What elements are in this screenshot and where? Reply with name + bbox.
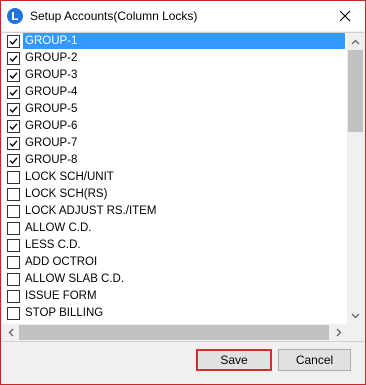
list-item[interactable]: GROUP-7 <box>2 135 345 152</box>
scroll-right-button[interactable] <box>330 324 347 341</box>
list-item[interactable]: ALLOW C.D. <box>2 220 345 237</box>
list-item-label: ALLOW C.D. <box>25 222 92 234</box>
list-item-checkbox[interactable] <box>7 239 20 252</box>
list-item-label: LOCK SCH(RS) <box>25 188 108 200</box>
list-item-checkbox[interactable] <box>7 52 20 65</box>
list-item[interactable]: LESS C.D. <box>2 237 345 254</box>
list-item-label: GROUP-1 <box>23 33 345 49</box>
list-item-checkbox[interactable] <box>7 188 20 201</box>
list-item[interactable]: GROUP-4 <box>2 84 345 101</box>
checkmark-icon <box>9 106 18 114</box>
list-item-label: GROUP-7 <box>25 137 78 149</box>
save-button[interactable]: Save <box>196 349 272 371</box>
title-bar: Setup Accounts(Column Locks) <box>1 1 365 31</box>
list-item[interactable]: STOP BILLING <box>2 305 345 322</box>
scroll-up-button[interactable] <box>347 33 364 50</box>
close-icon[interactable] <box>339 10 351 22</box>
window-title: Setup Accounts(Column Locks) <box>30 9 198 23</box>
horizontal-scrollbar[interactable] <box>2 324 364 341</box>
checkmark-icon <box>9 157 18 165</box>
list-item-label: GROUP-8 <box>25 154 78 166</box>
list-item-label: ISSUE FORM <box>25 290 97 302</box>
vertical-scroll-thumb[interactable] <box>348 50 363 132</box>
list-item[interactable]: ISSUE FORM <box>2 288 345 305</box>
list-item-checkbox[interactable] <box>7 222 20 235</box>
close-button[interactable] <box>325 1 365 31</box>
list-item-checkbox[interactable] <box>7 86 20 99</box>
list-item-checkbox[interactable] <box>7 103 20 116</box>
checkmark-icon <box>9 55 18 63</box>
list-item[interactable]: GROUP-1 <box>2 33 345 50</box>
cancel-button[interactable]: Cancel <box>278 349 351 371</box>
list-item-label: GROUP-5 <box>25 103 78 115</box>
app-logo-icon <box>7 8 23 24</box>
list-item-checkbox[interactable] <box>7 307 20 320</box>
list-item[interactable]: ADD OCTROI <box>2 254 345 271</box>
checkmark-icon <box>9 123 18 131</box>
list-item-label: GROUP-3 <box>25 69 78 81</box>
chevron-right-icon[interactable] <box>336 328 342 337</box>
list-item[interactable]: GROUP-5 <box>2 101 345 118</box>
checkmark-icon <box>9 72 18 80</box>
checkmark-icon <box>9 140 18 148</box>
column-locks-list[interactable]: GROUP-1 GROUP-2 GROUP-3 GROUP-4 GROUP-5 GROUP… <box>2 32 364 342</box>
list-item-label: GROUP-4 <box>25 86 78 98</box>
list-item-checkbox[interactable] <box>7 273 20 286</box>
list-item-label: LESS C.D. <box>25 239 81 251</box>
list-item-checkbox[interactable] <box>7 69 20 82</box>
list-item-checkbox[interactable] <box>7 171 20 184</box>
list-item-label: STOP BILLING <box>25 307 104 319</box>
chevron-up-icon[interactable] <box>351 39 360 45</box>
list-item-label: LOCK SCH/UNIT <box>25 171 114 183</box>
list-item-label: GROUP-2 <box>25 52 78 64</box>
setup-accounts-dialog: Setup Accounts(Column Locks) GROUP-1 GROU… <box>0 0 366 385</box>
list-item-checkbox[interactable] <box>7 137 20 150</box>
checkmark-icon <box>9 89 18 97</box>
list-item-label: ADD OCTROI <box>25 256 98 268</box>
scroll-left-button[interactable] <box>2 324 19 341</box>
list-item[interactable]: LOCK SCH/UNIT <box>2 169 345 186</box>
chevron-down-icon[interactable] <box>351 313 360 319</box>
list-item[interactable]: ALLOW SLAB C.D. <box>2 271 345 288</box>
vertical-scrollbar[interactable] <box>347 33 364 324</box>
list-item[interactable]: GROUP-6 <box>2 118 345 135</box>
list-item-checkbox[interactable] <box>7 290 20 303</box>
checkmark-icon <box>9 38 18 46</box>
list-item-checkbox[interactable] <box>7 154 20 167</box>
scrollbar-corner <box>347 324 364 341</box>
list-item-label: GROUP-6 <box>25 120 78 132</box>
list-item-checkbox[interactable] <box>7 120 20 133</box>
list-item[interactable]: GROUP-8 <box>2 152 345 169</box>
list-item[interactable]: GROUP-2 <box>2 50 345 67</box>
list-item[interactable]: LOCK SCH(RS) <box>2 186 345 203</box>
list-item[interactable]: LOCK ADJUST RS./ITEM <box>2 203 345 220</box>
scroll-down-button[interactable] <box>347 307 364 324</box>
horizontal-scroll-thumb[interactable] <box>19 325 329 340</box>
list-item-checkbox[interactable] <box>7 256 20 269</box>
list-item-label: LOCK ADJUST RS./ITEM <box>25 205 157 217</box>
list-item-label: ALLOW SLAB C.D. <box>25 273 125 285</box>
list-item-checkbox[interactable] <box>7 35 20 48</box>
list-item-checkbox[interactable] <box>7 205 20 218</box>
chevron-left-icon[interactable] <box>8 328 14 337</box>
list-item[interactable]: GROUP-3 <box>2 67 345 84</box>
